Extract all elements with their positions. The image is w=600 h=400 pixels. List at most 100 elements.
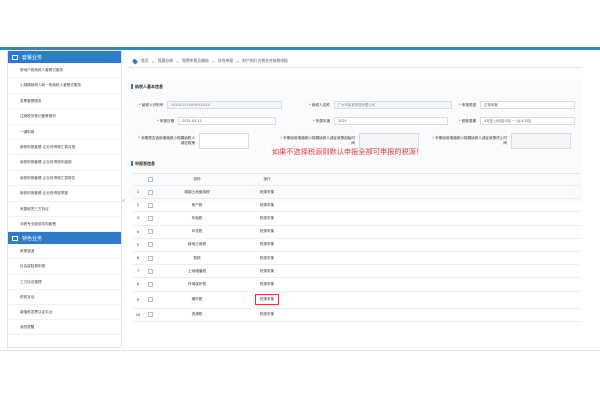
main-content: 首页 > 我要办税 > 税费申报及缴纳 > 综合申报 > 财产和行为税合并纳税申报 纳税…: [127, 55, 582, 348]
table-row: 2 房产税 税源采集: [133, 199, 581, 213]
table-row: 8 环境保护税 税源采集: [133, 278, 581, 292]
sidebar-item[interactable]: 三方协议管理: [8, 275, 121, 290]
sidebar-item[interactable]: 我的提醒: [8, 320, 121, 336]
package-icon: [12, 54, 18, 60]
sidebar-item[interactable]: 社会保险费申报: [8, 259, 121, 275]
collect-source-link[interactable]: 税源采集: [260, 229, 274, 233]
field-label: *税款属期: [459, 118, 477, 123]
row-no: 5: [136, 242, 140, 247]
reduction-policy-select[interactable]: [199, 133, 249, 149]
sidebar-item[interactable]: 税收互动: [8, 290, 121, 306]
row-checkbox[interactable]: [143, 268, 157, 274]
declare-date-field[interactable]: 2021-05-11: [178, 117, 277, 125]
table-row: 10 资源税 税源采集: [133, 309, 581, 322]
row-checkbox[interactable]: [143, 281, 157, 287]
row-checkbox[interactable]: [143, 189, 157, 195]
row-no: 10: [135, 312, 141, 317]
field-label: *所属年度: [313, 118, 331, 123]
field-label: *纳税人名称: [309, 102, 330, 107]
sidebar-item[interactable]: 新税申报套餐-企业所得税汇算月报: [8, 140, 121, 156]
sidebar-section-title: 套餐业务: [22, 54, 43, 61]
collect-source-link-highlighted[interactable]: 税源采集: [254, 294, 280, 305]
sidebar-item[interactable]: 房屋租赁三方协议: [8, 202, 121, 217]
section-title: 纳税人基本信息: [127, 79, 582, 90]
row-no: 3: [136, 216, 140, 221]
breadcrumb-item[interactable]: 首页: [141, 58, 149, 64]
table-header-row: 税种 操作: [133, 174, 581, 186]
breadcrumb-item[interactable]: 我要办税: [158, 58, 173, 64]
breadcrumb-item[interactable]: 税费申报及缴纳: [182, 58, 209, 64]
tax-name: 土地增值税: [188, 268, 206, 273]
taxpayer-id-field: 91440101MA5AXXXXX: [167, 101, 283, 109]
table-row: 3 车船税 税源采集: [133, 212, 581, 226]
policy-end-field: [511, 133, 571, 149]
row-checkbox[interactable]: [143, 312, 157, 318]
breadcrumb-item[interactable]: 综合申报: [218, 58, 233, 64]
tax-name: 资源税: [191, 312, 203, 317]
row-no: 8: [136, 282, 140, 287]
tax-name: 耕地占用税: [188, 242, 206, 247]
tax-name: 契税: [193, 255, 201, 260]
sidebar-item[interactable]: 涉税专业服务机构套餐: [8, 217, 121, 233]
row-checkbox[interactable]: [143, 255, 157, 261]
breadcrumb-item: 财产和行为税合并纳税申报: [242, 58, 288, 63]
sidebar-item[interactable]: 新税申报套餐-企业所得税汇算报告: [8, 171, 121, 187]
tax-name: 车船税: [191, 215, 203, 220]
collect-source-link[interactable]: 税源采集: [260, 190, 274, 194]
row-checkbox[interactable]: [143, 215, 157, 221]
header-name: 税种: [193, 177, 201, 181]
collect-source-link[interactable]: 税源采集: [260, 256, 274, 260]
tax-year-select[interactable]: 2021: [334, 117, 449, 125]
tax-period-select[interactable]: 4月至 (4月至5月) ~ (从4-5月): [480, 117, 576, 125]
select-all-checkbox[interactable]: [143, 177, 157, 182]
row-checkbox[interactable]: [143, 229, 157, 235]
row-checkbox[interactable]: [143, 242, 157, 248]
sidebar-item[interactable]: 增值税发票认证平台: [8, 305, 121, 321]
table-row: 5 耕地占用税 税源采集: [133, 239, 581, 252]
row-no: 4: [136, 229, 140, 234]
sidebar-item[interactable]: 新税申报套餐-企业所得税年度报: [8, 155, 121, 171]
sidebar-section-title: 特色业务: [22, 235, 43, 242]
tax-name: 烟叶税: [191, 297, 203, 301]
sidebar-item[interactable]: 一键申报: [8, 125, 121, 140]
table-row: 1 城镇土地使用税 税源采集: [133, 186, 581, 200]
star-icon: [12, 235, 18, 241]
sidebar-section-featured[interactable]: 特色业务: [8, 232, 121, 245]
declaration-table: 税种 操作 1 城镇土地使用税 税源采集 2 房产税 税源采集 3 车船税 税源…: [133, 173, 581, 322]
table-row: 9 烟叶税 税源采集: [133, 292, 581, 309]
footer-divider: [0, 350, 600, 351]
field-label: *本期适用增值税小规模纳税人减征政策终止时间: [432, 136, 507, 145]
location-pin-icon: [131, 57, 139, 65]
sidebar-item[interactable]: 注销税务登记套餐服务: [8, 109, 121, 125]
collect-source-link[interactable]: 税源采集: [260, 203, 274, 207]
row-checkbox[interactable]: [143, 297, 157, 302]
tax-name: 房产税: [191, 202, 203, 207]
field-label: *本期是否适用增值税小规模纳税人减征政策: [138, 136, 195, 145]
collect-source-link[interactable]: 税源采集: [260, 242, 274, 246]
sidebar-item[interactable]: 发票套餐服务: [8, 94, 121, 110]
tax-name: 印花税: [191, 229, 203, 234]
table-row: 4 印花税 税源采集: [133, 226, 581, 239]
sidebar-item[interactable]: 房地产税纳税人套餐式服务: [8, 63, 121, 79]
row-no: 2: [136, 203, 140, 208]
row-no: 7: [136, 269, 140, 274]
collect-source-link[interactable]: 税源采集: [260, 282, 274, 286]
table-row: 6 契税 税源采集: [133, 252, 581, 266]
row-no: 6: [136, 256, 140, 261]
field-label: *申报日期: [157, 118, 175, 123]
field-label: *本期适用增值税小规模纳税人减征政策起始时间: [280, 136, 355, 145]
collapse-sidebar-icon[interactable]: «: [122, 198, 125, 204]
sidebar-item[interactable]: 小规模纳税人转一般纳税人套餐式服务: [8, 78, 121, 94]
collect-source-link[interactable]: 税源采集: [260, 269, 274, 273]
sidebar: 套餐业务 房地产税纳税人套餐式服务 小规模纳税人转一般纳税人套餐式服务 发票套餐…: [7, 50, 122, 348]
row-checkbox[interactable]: [143, 202, 157, 208]
sidebar-section-packages[interactable]: 套餐业务: [8, 51, 121, 63]
collect-source-link[interactable]: 税源采集: [260, 216, 274, 220]
sidebar-item[interactable]: 政策速递: [8, 244, 121, 260]
taxpayer-name-field: 广州市某某贸易有限公司: [333, 101, 452, 109]
breadcrumb: 首页 > 我要办税 > 税费申报及缴纳 > 综合申报 > 财产和行为税合并纳税申报: [127, 55, 582, 68]
section-title: 申报表信息: [127, 153, 155, 167]
collect-source-link[interactable]: 税源采集: [260, 312, 274, 316]
declare-type-select[interactable]: 正常申报: [480, 101, 576, 109]
sidebar-item[interactable]: 新税申报套餐-企业所得税季报: [8, 186, 121, 202]
